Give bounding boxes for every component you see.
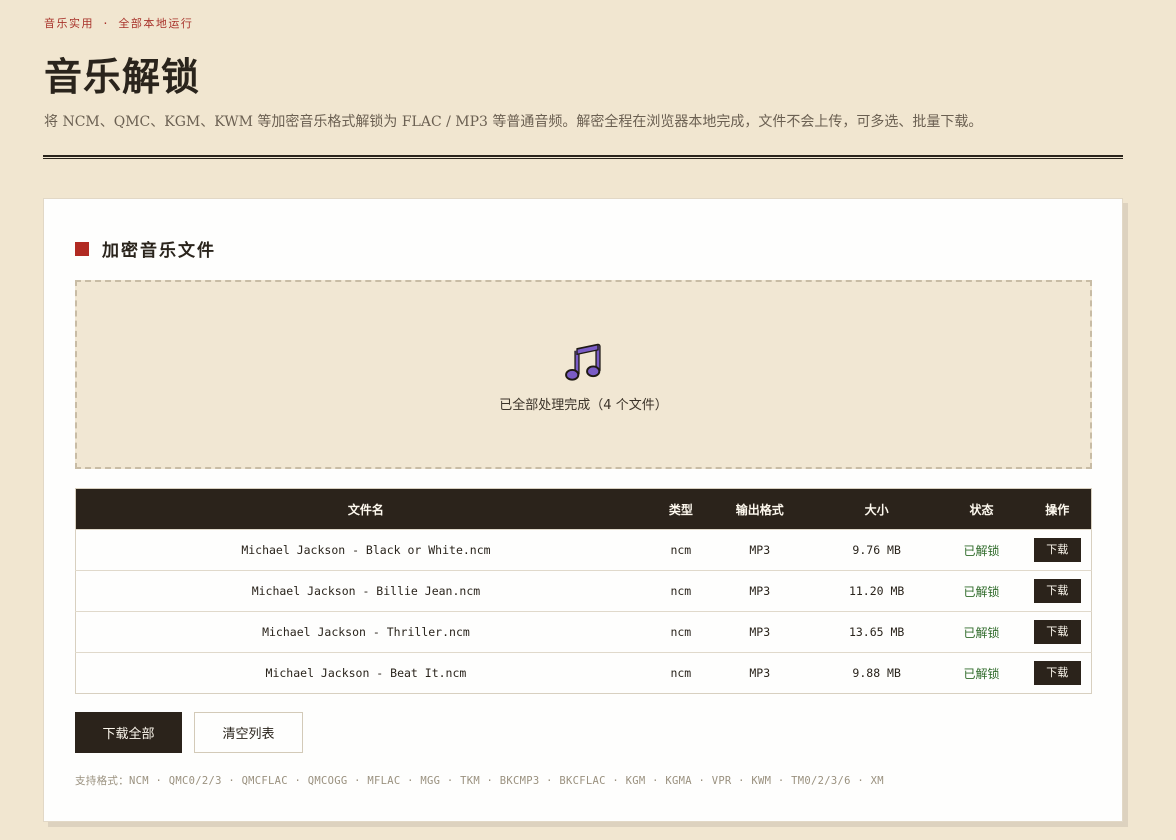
file-size: 11.20 MB — [813, 570, 940, 612]
table-row: Michael Jackson - Billie Jean.ncm ncm MP… — [75, 570, 1092, 612]
clear-list-button[interactable]: 清空列表 — [194, 712, 303, 753]
table-row: Michael Jackson - Black or White.ncm ncm… — [75, 529, 1092, 571]
file-state: 已解锁 — [939, 529, 1024, 571]
column-header-size: 大小 — [813, 488, 940, 530]
column-header-action: 操作 — [1023, 488, 1092, 530]
page: 音乐实用 · 全部本地运行 音乐解锁 将 NCM、QMC、KGM、KWM 等加密… — [0, 0, 1176, 840]
file-type: ncm — [655, 652, 706, 694]
file-state: 已解锁 — [939, 570, 1024, 612]
files-table: 文件名 类型 输出格式 大小 状态 操作 Michael Jackson - B… — [75, 488, 1092, 694]
file-type: ncm — [655, 529, 706, 571]
output-format: MP3 — [705, 611, 814, 653]
file-size: 9.88 MB — [813, 652, 940, 694]
supported-formats: 支持格式：NCM · QMC0/2/3 · QMCFLAC · QMCOGG ·… — [75, 775, 884, 787]
download-button[interactable]: 下载 — [1033, 538, 1081, 562]
action-cell: 下载 — [1023, 611, 1092, 653]
column-header-name: 文件名 — [75, 488, 656, 530]
action-cell: 下载 — [1023, 529, 1092, 571]
file-size: 9.76 MB — [813, 529, 940, 571]
file-type: ncm — [655, 570, 706, 612]
file-type: ncm — [655, 611, 706, 653]
file-dropzone[interactable]: 已全部处理完成（4 个文件） — [75, 280, 1092, 469]
output-format: MP3 — [705, 529, 814, 571]
download-button[interactable]: 下载 — [1033, 579, 1081, 603]
file-name: Michael Jackson - Billie Jean.ncm — [75, 570, 656, 612]
download-button[interactable]: 下载 — [1033, 620, 1081, 644]
card-title: 加密音乐文件 — [102, 241, 216, 261]
download-all-button[interactable]: 下载全部 — [75, 712, 182, 753]
file-size: 13.65 MB — [813, 611, 940, 653]
file-name: Michael Jackson - Beat It.ncm — [75, 652, 656, 694]
file-state: 已解锁 — [939, 652, 1024, 694]
file-name: Michael Jackson - Thriller.ncm — [75, 611, 656, 653]
table-row: Michael Jackson - Thriller.ncm ncm MP3 1… — [75, 611, 1092, 653]
page-title: 音乐解锁 — [44, 54, 201, 99]
processing-status: 已全部处理完成（4 个文件） — [499, 398, 668, 413]
table-header-row: 文件名 类型 输出格式 大小 状态 操作 — [75, 488, 1092, 530]
action-cell: 下载 — [1023, 652, 1092, 694]
file-state: 已解锁 — [939, 611, 1024, 653]
download-button[interactable]: 下载 — [1033, 661, 1081, 685]
table-row: Michael Jackson - Beat It.ncm ncm MP3 9.… — [75, 652, 1092, 694]
column-header-type: 类型 — [655, 488, 706, 530]
output-format: MP3 — [705, 570, 814, 612]
section-marker — [75, 241, 89, 256]
page-subtitle: 将 NCM、QMC、KGM、KWM 等加密音乐格式解锁为 FLAC / MP3 … — [44, 114, 983, 130]
card-header: 加密音乐文件 — [75, 236, 216, 261]
music-note-icon — [564, 343, 601, 381]
output-format: MP3 — [705, 652, 814, 694]
file-name: Michael Jackson - Black or White.ncm — [75, 529, 656, 571]
action-cell: 下载 — [1023, 570, 1092, 612]
header-divider — [43, 155, 1123, 159]
eyebrow-text: 音乐实用 · 全部本地运行 — [44, 17, 194, 30]
column-header-output: 输出格式 — [705, 488, 814, 530]
column-header-state: 状态 — [939, 488, 1024, 530]
files-card: 加密音乐文件 已全部处理完成（4 个文件） 文件名 类型 输出格式 大小 状态 … — [43, 198, 1123, 822]
